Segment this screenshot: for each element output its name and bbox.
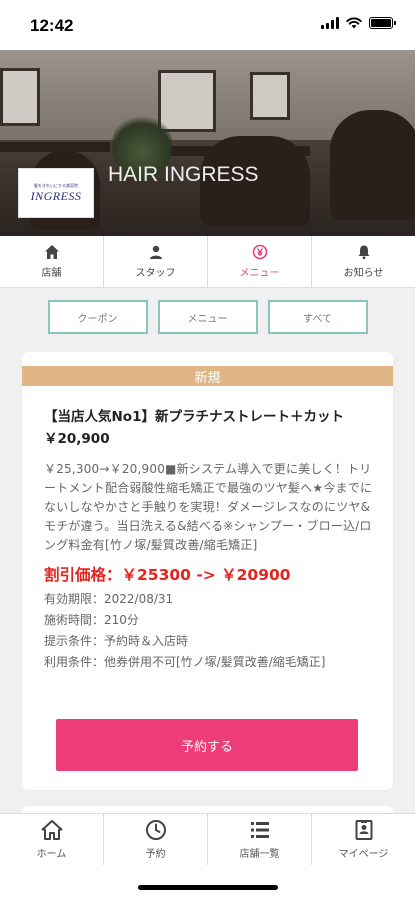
nav-label: マイページ <box>338 849 389 860</box>
nav-home[interactable]: ホーム <box>0 814 104 865</box>
top-tab-bar: 店舗 スタッフ メニュー お知らせ <box>0 236 415 288</box>
filter-coupon-button[interactable]: クーポン <box>47 300 148 334</box>
tab-menu[interactable]: メニュー <box>208 236 312 287</box>
yen-icon <box>252 244 267 260</box>
tab-news[interactable]: お知らせ <box>312 236 415 287</box>
bottom-nav: ホーム 予約 店舗一覧 マイページ <box>0 813 415 865</box>
usage-text: 利用条件：他券併用不可[竹ノ塚/髪質改善/縮毛矯正] <box>44 655 326 669</box>
hero-caption: HAIR INGRESS <box>108 163 259 186</box>
id-card-icon <box>355 820 372 840</box>
coupon-title: 【当店人気No1】新プラチナストレート＋カット ￥20,900 <box>44 409 344 447</box>
tab-staff[interactable]: スタッフ <box>104 236 208 287</box>
discount-price: 割引価格：￥25300 -> ￥20900 <box>44 566 291 584</box>
hero-image: 髪をきれいにする美容院 INGRESS HAIR INGRESS <box>0 50 415 236</box>
home-indicator-area <box>0 865 415 900</box>
home-icon <box>44 245 59 259</box>
nav-reservation[interactable]: 予約 <box>104 814 208 865</box>
battery-icon <box>369 17 396 29</box>
nav-label: 店舗一覧 <box>239 849 280 860</box>
tab-label: 店舗 <box>41 268 62 279</box>
logo-name: INGRESS <box>30 188 82 203</box>
reserve-button[interactable]: 予約する <box>56 719 358 771</box>
nav-label: 予約 <box>145 849 166 860</box>
duration-text: 施術時間：210分 <box>44 613 139 627</box>
filter-bar: クーポン メニュー すべて <box>0 300 415 334</box>
person-icon <box>149 245 162 259</box>
home-indicator[interactable] <box>138 885 278 890</box>
list-icon <box>250 822 269 838</box>
status-icons <box>321 17 396 29</box>
coupon-description: ￥25,300→￥20,900■新システム導入で更に美しく！トリートメント配合弱… <box>44 462 373 552</box>
filter-menu-button[interactable]: メニュー <box>157 300 258 334</box>
signal-icon <box>321 17 339 29</box>
validity-text: 有効期限：2022/08/31 <box>44 592 174 606</box>
coupon-details: 有効期限：2022/08/31 施術時間：210分 提示条件：予約時＆入店時 利… <box>44 589 373 673</box>
filter-all-button[interactable]: すべて <box>267 300 368 334</box>
nav-mypage[interactable]: マイページ <box>312 814 415 865</box>
status-time: 12:42 <box>30 16 74 35</box>
home-icon <box>41 820 62 840</box>
nav-label: ホーム <box>36 849 67 860</box>
tab-label: お知らせ <box>343 268 384 279</box>
salon-logo: 髪をきれいにする美容院 INGRESS <box>18 168 94 218</box>
coupon-card: 新規 【当店人気No1】新プラチナストレート＋カット ￥20,900 ￥25,3… <box>22 352 393 790</box>
tab-store[interactable]: 店舗 <box>0 236 104 287</box>
nav-store-list[interactable]: 店舗一覧 <box>208 814 312 865</box>
bell-icon <box>358 245 369 260</box>
status-bar: 12:42 <box>0 0 415 50</box>
wifi-icon <box>346 17 362 29</box>
clock-icon <box>145 820 166 840</box>
condition-text: 提示条件：予約時＆入店時 <box>44 634 189 648</box>
tab-label: メニュー <box>239 268 280 279</box>
tab-label: スタッフ <box>135 268 176 279</box>
new-badge: 新規 <box>22 366 393 386</box>
